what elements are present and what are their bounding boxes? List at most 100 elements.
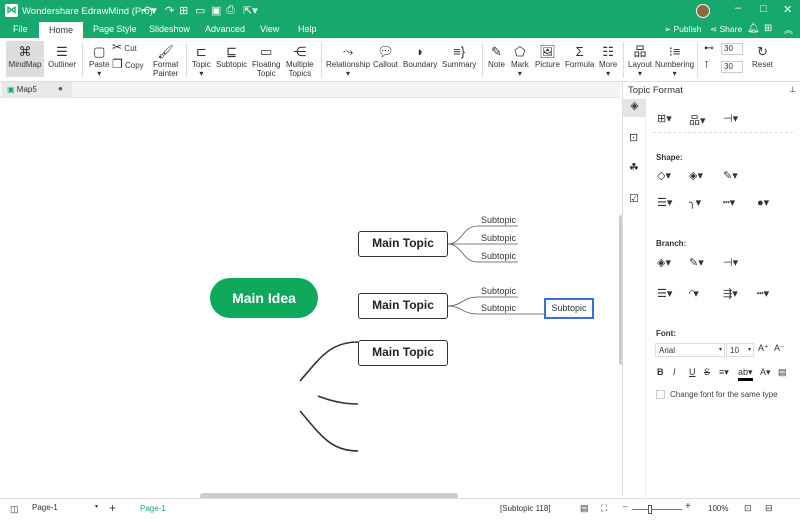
avatar[interactable] <box>696 4 710 18</box>
format-painter-button[interactable]: 🖌︎ Format Painter <box>153 43 178 78</box>
branch-curve-icon[interactable]: ◜▾ <box>689 287 699 300</box>
unsaved-dot-icon[interactable]: ● <box>58 84 63 93</box>
font-color-icon[interactable]: A▾ <box>760 367 771 378</box>
main-topic-node[interactable]: Main Topic <box>358 293 448 319</box>
undo-icon[interactable]: ↶▾ <box>142 4 157 17</box>
branch-dash-icon[interactable]: ┅▾ <box>757 287 769 300</box>
zoom-slider[interactable] <box>632 505 682 514</box>
tab-clipart-icon[interactable]: ☘ <box>629 161 639 174</box>
tab-icon-mark[interactable]: ⊡ <box>629 131 638 144</box>
numbering-button[interactable]: ⁝≡ Numbering ▾ <box>655 43 694 78</box>
highlight-icon[interactable]: ab▾ <box>738 367 753 381</box>
subtopic-node[interactable]: Subtopic <box>481 215 516 225</box>
branch-fill-icon[interactable]: ◈▾ <box>657 256 671 269</box>
font-size-select[interactable]: 10 ▾ <box>726 343 754 357</box>
layout-button[interactable]: 品 Layout ▾ <box>628 43 652 78</box>
page-select[interactable]: Page-1 ▾ <box>32 503 98 512</box>
menu-advanced[interactable]: Advanced <box>205 24 245 34</box>
layout-style-icon[interactable]: ⊞▾ <box>657 112 672 125</box>
vertical-spacing-input[interactable]: 30 <box>721 61 743 73</box>
main-topic-node[interactable]: Main Topic <box>358 231 448 257</box>
subtopic-button[interactable]: ⊑ Subtopic <box>216 43 247 69</box>
fill-icon[interactable]: ◈▾ <box>689 169 703 182</box>
pin-icon[interactable]: ⊥ <box>789 85 796 94</box>
subtopic-node[interactable]: Subtopic <box>481 286 516 296</box>
zoom-slider-handle[interactable] <box>648 505 652 514</box>
copy-button[interactable]: ❐ Copy <box>112 58 144 70</box>
add-page-button[interactable]: + <box>109 501 116 515</box>
picture-button[interactable]: 🖼︎ Picture <box>535 43 560 69</box>
publish-button[interactable]: ➢ Publish <box>664 24 701 35</box>
corner-icon[interactable]: ╮▾ <box>689 196 701 209</box>
branch-connector-icon[interactable]: ⊣▾ <box>723 256 738 269</box>
page-tab[interactable]: Page-1 <box>140 504 166 513</box>
align-icon[interactable]: ≡▾ <box>719 367 729 378</box>
mindmap-button[interactable]: ⌘ MindMap <box>6 41 44 77</box>
share-button[interactable]: ⋖ Share <box>710 24 742 35</box>
callout-button[interactable]: 💬︎ Callout <box>373 43 398 69</box>
mindmap-canvas[interactable]: Main Idea Main Topic Main Topic Main Top… <box>0 98 618 499</box>
branch-color-icon[interactable]: ✎▾ <box>689 256 704 269</box>
font-family-select[interactable]: Arial ▾ <box>655 343 725 357</box>
print-icon[interactable]: ⎙ <box>226 4 235 17</box>
same-type-checkbox[interactable] <box>656 390 665 399</box>
bell-icon[interactable]: 🔔︎ <box>747 23 760 34</box>
boundary-button[interactable]: ◗ Boundary <box>403 43 437 69</box>
menu-file[interactable]: File <box>13 24 28 34</box>
formula-button[interactable]: Σ Formula <box>565 43 594 69</box>
italic-icon[interactable]: I <box>673 367 676 377</box>
outliner-button[interactable]: ☰ Outliner <box>48 43 76 69</box>
zoom-in-button[interactable]: + <box>685 501 691 512</box>
branch-weight-icon[interactable]: ☰▾ <box>657 287 672 300</box>
connector-icon[interactable]: ⊣▾ <box>723 112 738 125</box>
paste-button[interactable]: ▢ Paste ▾ <box>89 43 109 78</box>
main-topic-node[interactable]: Main Topic <box>358 340 448 366</box>
mark-button[interactable]: ⬠ Mark ▾ <box>511 43 529 78</box>
presentation-icon[interactable]: ⊟ <box>765 503 773 514</box>
new-icon[interactable]: ⊞ <box>179 4 188 17</box>
export-icon[interactable]: ⇱▾ <box>243 4 258 17</box>
main-idea-node[interactable]: Main Idea <box>210 278 318 318</box>
shape-icon[interactable]: ◇▾ <box>657 169 671 182</box>
fit-page-icon[interactable]: ▤ <box>580 503 589 514</box>
save-icon[interactable]: ▣ <box>211 4 221 17</box>
cut-button[interactable]: ✂ Cut <box>112 41 137 53</box>
zoom-level[interactable]: 100% <box>708 504 728 513</box>
decrease-font-icon[interactable]: A⁻ <box>774 343 785 354</box>
panel-toggle-icon[interactable]: ◫ <box>10 504 19 515</box>
menu-slideshow[interactable]: Slideshow <box>149 24 190 34</box>
relationship-button[interactable]: ⤳ Relationship ▾ <box>326 43 370 78</box>
menu-view[interactable]: View <box>260 24 279 34</box>
close-button[interactable]: ✕ <box>783 3 792 16</box>
apps-icon[interactable]: ⊞ <box>764 23 772 34</box>
line-weight-icon[interactable]: ☰▾ <box>657 196 672 209</box>
topic-button[interactable]: ⊏ Topic ▾ <box>192 43 211 78</box>
horizontal-spacing-input[interactable]: 30 <box>721 43 743 55</box>
multiple-topics-button[interactable]: ⋲ Multiple Topics <box>286 43 314 78</box>
subtopic-node[interactable]: Subtopic <box>481 251 516 261</box>
more-button[interactable]: ☷ More ▾ <box>599 43 617 78</box>
tab-style-icon[interactable]: ◈ <box>623 99 646 117</box>
menu-help[interactable]: Help <box>298 24 317 34</box>
open-icon[interactable]: ▭ <box>195 4 205 17</box>
menu-page-style[interactable]: Page Style <box>93 24 137 34</box>
summary-button[interactable]: ≡} Summary <box>442 43 476 69</box>
minimize-button[interactable]: – <box>735 2 741 14</box>
selected-subtopic-node[interactable]: Subtopic <box>544 298 594 319</box>
doc-tab-map5[interactable]: ▣ Map5 ● <box>2 82 72 98</box>
increase-font-icon[interactable]: A⁺ <box>758 343 769 354</box>
redo-icon[interactable]: ↷ <box>165 4 174 17</box>
strikethrough-icon[interactable]: S <box>704 367 710 377</box>
fullscreen-icon[interactable]: ⛶ <box>601 503 607 514</box>
reset-button[interactable]: ↻ Reset <box>752 43 773 69</box>
floating-topic-button[interactable]: ▭ Floating Topic <box>252 43 280 78</box>
menu-home[interactable]: Home <box>39 22 84 38</box>
tab-task-icon[interactable]: ☑ <box>629 192 639 205</box>
note-button[interactable]: ✎ Note <box>488 43 505 69</box>
maximize-button[interactable]: □ <box>760 3 767 15</box>
dash-icon[interactable]: ┅▾ <box>723 196 735 209</box>
shadow-icon[interactable]: ●▾ <box>757 196 769 209</box>
subtopic-node[interactable]: Subtopic <box>481 233 516 243</box>
branch-arrow-icon[interactable]: ⇶▾ <box>723 287 738 300</box>
bold-icon[interactable]: B <box>657 367 664 377</box>
